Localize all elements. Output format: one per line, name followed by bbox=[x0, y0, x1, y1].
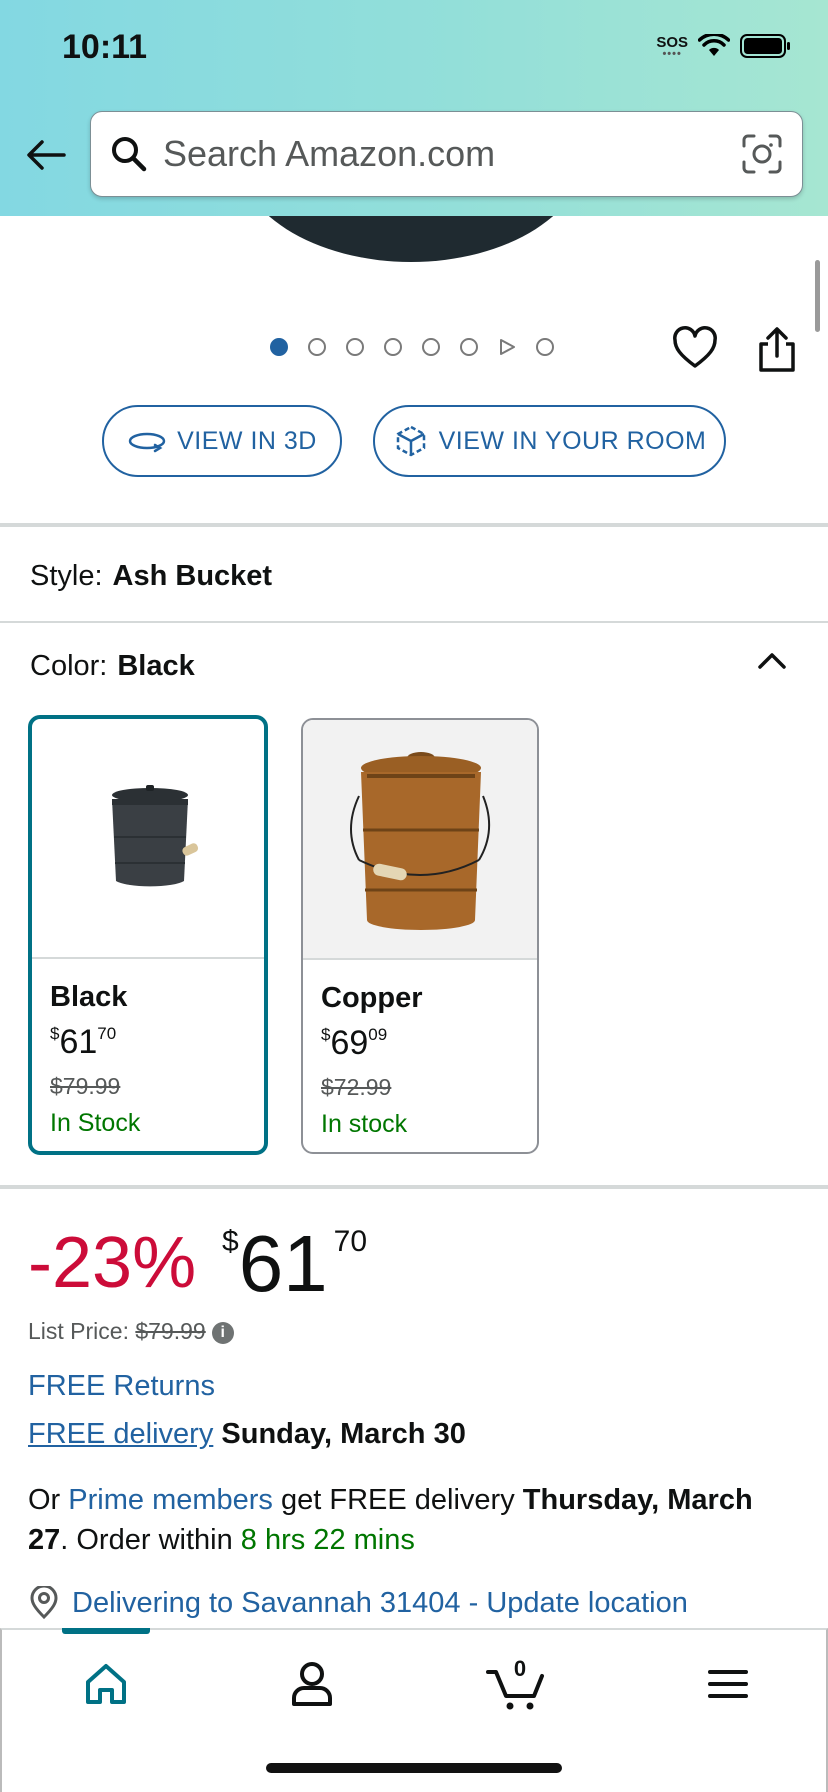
free-delivery-link[interactable]: FREE delivery bbox=[28, 1418, 213, 1450]
free-delivery-line: FREE delivery Sunday, March 30 bbox=[28, 1418, 466, 1451]
view-in-3d-button[interactable]: VIEW IN 3D bbox=[102, 405, 342, 477]
carousel-dot[interactable] bbox=[308, 338, 326, 356]
search-icon bbox=[112, 137, 147, 172]
status-icons: SOS •••• bbox=[656, 33, 792, 60]
chevron-up-icon[interactable] bbox=[754, 648, 790, 672]
home-icon[interactable] bbox=[74, 1652, 138, 1716]
swatch-was-price: $72.99 bbox=[321, 1074, 392, 1100]
swatch-image-black bbox=[32, 719, 264, 959]
menu-icon[interactable] bbox=[696, 1652, 760, 1716]
image-carousel-indicator bbox=[270, 338, 554, 356]
color-swatch-copper[interactable]: Copper $6909 $72.99 In stock bbox=[301, 718, 539, 1154]
style-row[interactable]: Style: Ash Bucket bbox=[30, 560, 272, 593]
prime-members-link[interactable]: Prime members bbox=[68, 1484, 273, 1516]
list-price: List Price: $79.99 i bbox=[28, 1318, 234, 1345]
current-price: $61 70 bbox=[222, 1219, 368, 1308]
header: 10:11 SOS •••• bbox=[0, 0, 828, 216]
status-time: 10:11 bbox=[62, 28, 148, 66]
prime-delivery-message: Or Prime members get FREE delivery Thurs… bbox=[28, 1484, 753, 1556]
swatch-image-copper bbox=[303, 720, 537, 960]
section-divider bbox=[0, 1185, 828, 1189]
carousel-dot[interactable] bbox=[536, 338, 554, 356]
carousel-dot[interactable] bbox=[270, 338, 288, 356]
home-indicator[interactable] bbox=[266, 1763, 562, 1773]
delivery-location-text: Delivering to Savannah 31404 - Update lo… bbox=[72, 1586, 688, 1619]
swatch-price: $6170 bbox=[50, 1023, 117, 1061]
video-play-icon[interactable] bbox=[498, 338, 516, 356]
free-delivery-date: Sunday, March 30 bbox=[221, 1418, 466, 1450]
color-swatch-black[interactable]: Black $6170 $79.99 In Stock bbox=[28, 715, 268, 1155]
camera-scan-icon[interactable] bbox=[740, 132, 784, 176]
discount-percent: -23% bbox=[28, 1223, 197, 1303]
share-icon[interactable] bbox=[754, 326, 800, 374]
heart-icon[interactable] bbox=[672, 326, 718, 372]
carousel-dot[interactable] bbox=[346, 338, 364, 356]
swatch-price: $6909 bbox=[321, 1024, 388, 1062]
section-divider bbox=[0, 621, 828, 623]
swatch-was-price: $79.99 bbox=[50, 1073, 121, 1099]
free-returns-link[interactable]: FREE Returns bbox=[28, 1370, 215, 1403]
swatch-name: Copper bbox=[321, 982, 423, 1014]
active-tab-indicator bbox=[62, 1628, 150, 1634]
view-in-your-room-label: VIEW IN YOUR ROOM bbox=[438, 426, 707, 455]
cart-button[interactable]: 0 bbox=[484, 1652, 556, 1716]
style-label: Style: bbox=[30, 560, 103, 592]
info-icon[interactable]: i bbox=[211, 1321, 234, 1344]
view-in-3d-label: VIEW IN 3D bbox=[177, 426, 317, 455]
swatch-stock-status: In stock bbox=[321, 1110, 408, 1138]
battery-icon bbox=[740, 34, 790, 58]
carousel-dot[interactable] bbox=[384, 338, 402, 356]
wifi-icon bbox=[698, 34, 730, 56]
location-pin-icon bbox=[30, 1586, 58, 1620]
rotate-3d-icon bbox=[128, 432, 166, 453]
sos-indicator: SOS •••• bbox=[656, 33, 688, 60]
list-price-value: $79.99 bbox=[135, 1318, 206, 1344]
view-in-your-room-button[interactable]: VIEW IN YOUR ROOM bbox=[373, 405, 726, 477]
account-icon[interactable] bbox=[280, 1652, 344, 1716]
swatch-stock-status: In Stock bbox=[50, 1109, 141, 1137]
scrollbar[interactable] bbox=[815, 260, 820, 332]
search-bar[interactable] bbox=[90, 111, 803, 197]
delivery-location-link[interactable]: Delivering to Savannah 31404 - Update lo… bbox=[28, 1586, 688, 1620]
section-divider bbox=[0, 523, 828, 527]
cart-count: 0 bbox=[513, 1656, 527, 1681]
color-label: Color: bbox=[30, 650, 108, 682]
order-countdown: 8 hrs 22 mins bbox=[240, 1524, 415, 1556]
carousel-dot[interactable] bbox=[460, 338, 478, 356]
color-value: Black bbox=[117, 650, 195, 682]
swatch-name: Black bbox=[50, 981, 128, 1013]
color-row[interactable]: Color: Black bbox=[30, 650, 195, 683]
ar-cube-icon bbox=[396, 425, 425, 457]
back-arrow-icon[interactable] bbox=[22, 130, 72, 180]
carousel-dot[interactable] bbox=[422, 338, 440, 356]
search-input[interactable] bbox=[163, 126, 723, 182]
style-value: Ash Bucket bbox=[112, 560, 273, 592]
